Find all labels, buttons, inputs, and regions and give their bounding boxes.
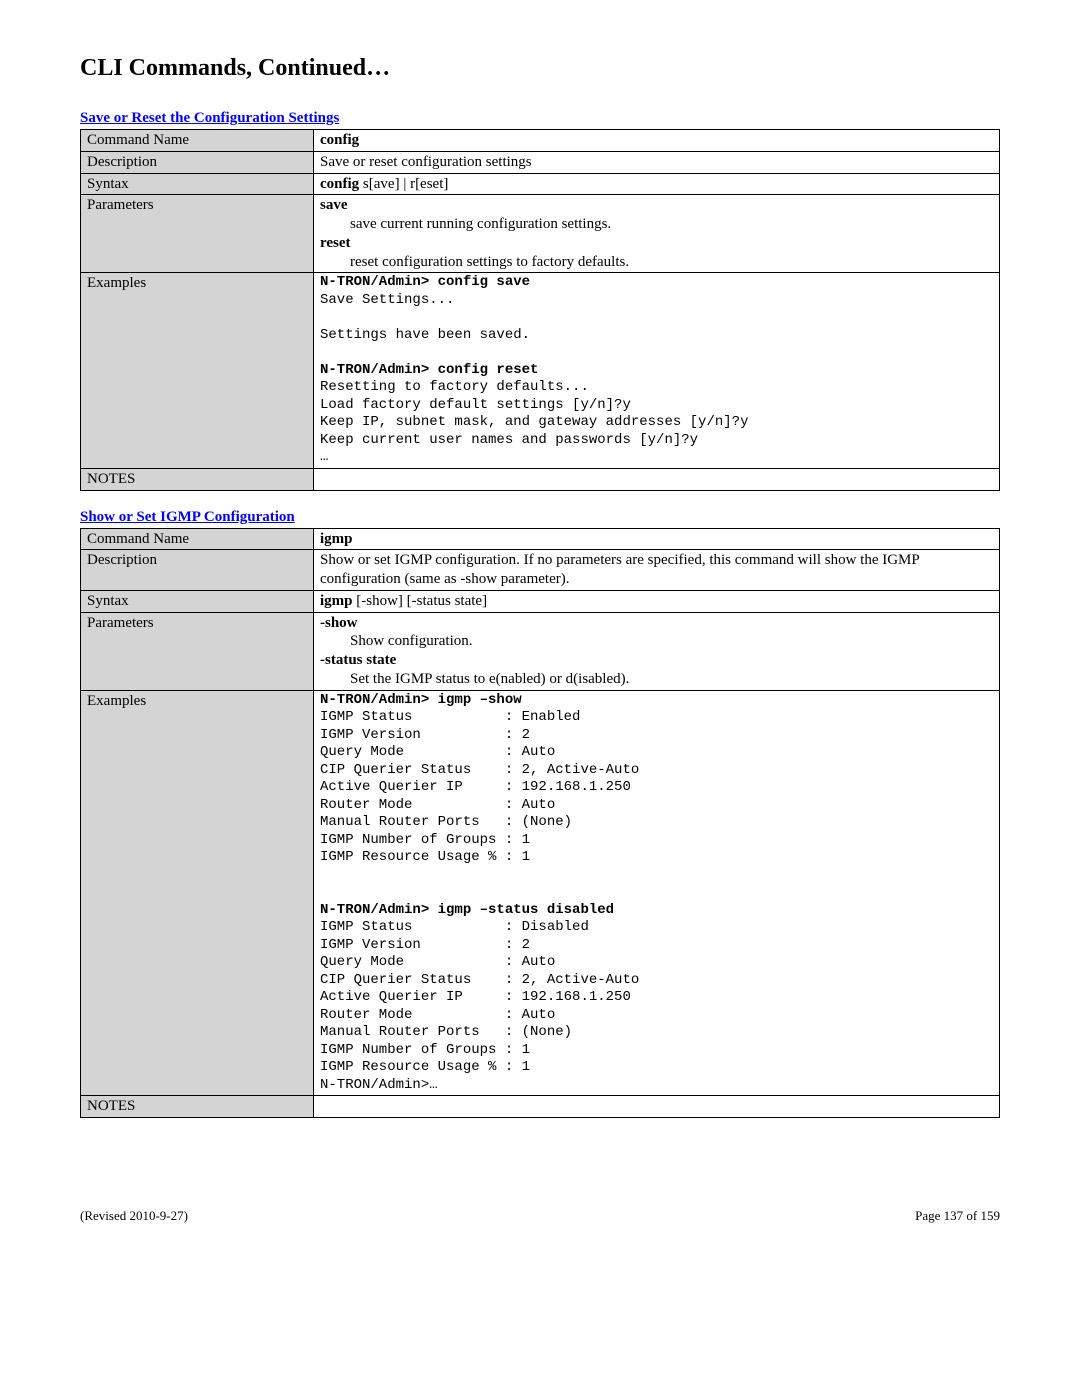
page-title: CLI Commands, Continued… [80,55,1000,82]
cmd1-syntax-value: igmp [-show] [-status state] [314,590,1000,612]
command-table-1: Command Name igmp Description Show or se… [80,528,1000,1118]
cmd1-examples-value: N-TRON/Admin> igmp –show IGMP Status : E… [314,690,1000,1096]
cmd1-param2-desc: Set the IGMP status to e(nabled) or d(is… [320,670,993,689]
cmd0-notes-label: NOTES [81,468,314,490]
cmd0-parameters-value: save save current running configuration … [314,195,1000,273]
cmd1-parameters-value: -show Show configuration. -status state … [314,612,1000,690]
cmd1-param1-name: -show [320,615,358,631]
cmd1-notes-label: NOTES [81,1096,314,1118]
command-table-0: Command Name config Description Save or … [80,129,1000,491]
cmd0-param1-name: save [320,197,348,213]
page-footer: (Revised 2010-9-27) Page 137 of 159 [80,1208,1000,1224]
cmd0-parameters-label: Parameters [81,195,314,273]
cmd1-param1-desc: Show configuration. [320,632,993,651]
cmd0-syntax-value: config s[ave] | r[eset] [314,173,1000,195]
cmd0-command-name-label: Command Name [81,130,314,152]
cmd1-description-value: Show or set IGMP configuration. If no pa… [314,550,1000,591]
cmd0-description-label: Description [81,151,314,173]
cmd0-notes-value [314,468,1000,490]
cmd0-examples-label: Examples [81,273,314,469]
cmd0-description-value: Save or reset configuration settings [314,151,1000,173]
cmd1-param2-name: -status state [320,652,396,668]
cmd0-param2-desc: reset configuration settings to factory … [320,253,993,272]
section-title-1: Show or Set IGMP Configuration [80,509,1000,526]
cmd1-parameters-label: Parameters [81,612,314,690]
section-title-0: Save or Reset the Configuration Settings [80,110,1000,127]
cmd0-command-name-value: config [314,130,1000,152]
cmd0-syntax-label: Syntax [81,173,314,195]
cmd1-examples-label: Examples [81,690,314,1096]
footer-page-number: Page 137 of 159 [915,1208,1000,1224]
cmd1-syntax-label: Syntax [81,590,314,612]
cmd1-description-label: Description [81,550,314,591]
cmd0-examples-value: N-TRON/Admin> config save Save Settings.… [314,273,1000,469]
cmd0-param2-name: reset [320,235,351,251]
cmd1-notes-value [314,1096,1000,1118]
cmd1-command-name-value: igmp [314,528,1000,550]
footer-revised: (Revised 2010-9-27) [80,1208,188,1224]
cmd1-command-name-label: Command Name [81,528,314,550]
cmd0-param1-desc: save current running configuration setti… [320,215,993,234]
